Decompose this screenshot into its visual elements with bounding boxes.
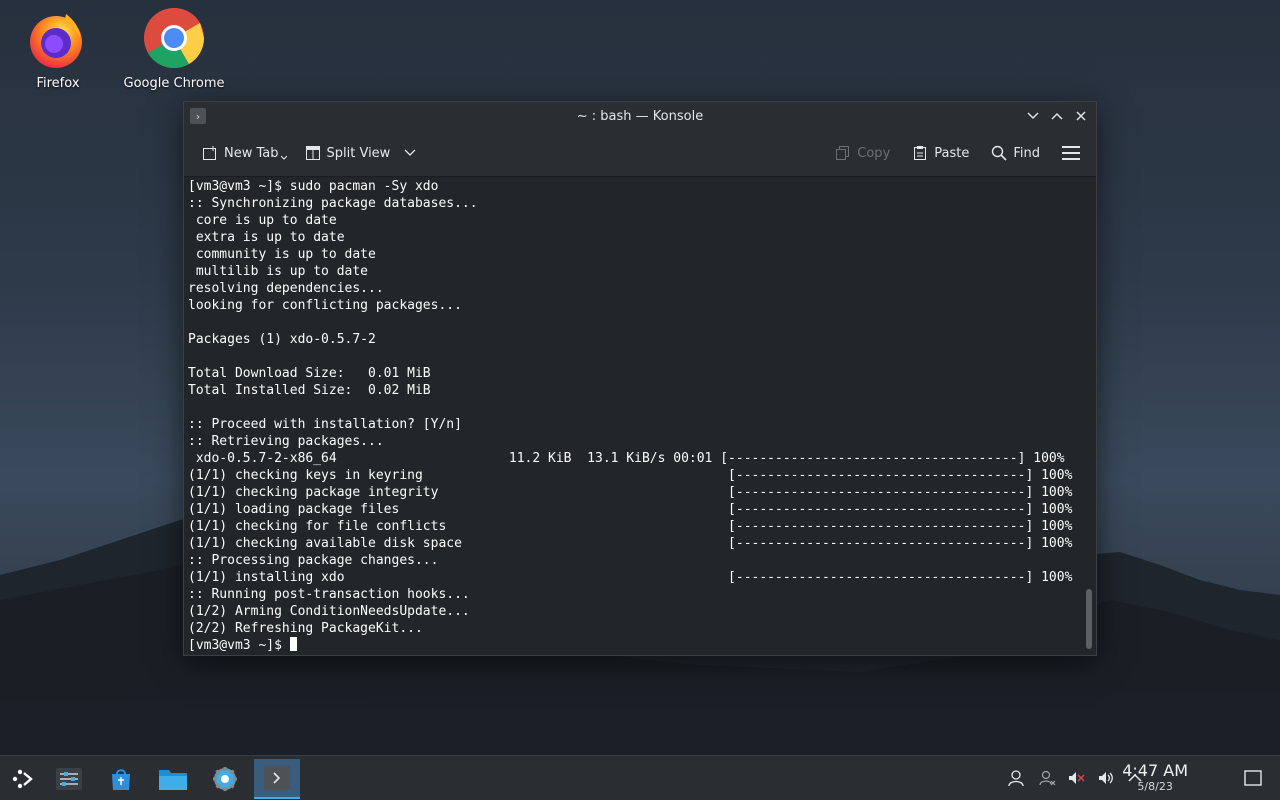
window-titlebar[interactable]: › ~ : bash — Konsole bbox=[184, 102, 1096, 130]
konsole-toolbar: New Tab Split View Copy Paste Find bbox=[184, 130, 1096, 177]
terminal-line: Total Download Size: 0.01 MiB bbox=[188, 366, 431, 381]
chevron-down-icon bbox=[1027, 112, 1039, 120]
taskbar-system-settings[interactable] bbox=[202, 759, 248, 799]
terminal-line: [vm3@vm3 ~]$ bbox=[188, 637, 1080, 654]
taskbar: 4:47 AM 5/8/23 bbox=[0, 755, 1280, 800]
chevron-down-icon bbox=[404, 149, 416, 156]
paste-icon bbox=[914, 146, 927, 160]
konsole-app-icon[interactable]: › bbox=[190, 108, 206, 124]
terminal-line: (1/2) Arming ConditionNeedsUpdate... bbox=[188, 603, 1080, 620]
terminal-line: multilib is up to date bbox=[188, 264, 369, 279]
split-view-label: Split View bbox=[326, 145, 391, 161]
taskbar-dolphin[interactable] bbox=[150, 759, 196, 799]
copy-label: Copy bbox=[857, 145, 891, 161]
audio-muted-icon[interactable] bbox=[1066, 768, 1086, 788]
split-view-button[interactable]: Split View bbox=[299, 138, 423, 168]
volume-icon[interactable] bbox=[1096, 768, 1116, 788]
terminal-line: :: Synchronizing package databases... bbox=[188, 196, 478, 211]
clock-time: 4:47 AM bbox=[1122, 761, 1188, 780]
taskbar-system-settings-sliders[interactable] bbox=[46, 759, 92, 799]
copy-button[interactable]: Copy bbox=[829, 138, 896, 168]
digital-clock[interactable]: 4:47 AM 5/8/23 bbox=[1122, 762, 1188, 794]
desktop-icon-label: Google Chrome bbox=[123, 76, 225, 91]
terminal-line: [vm3@vm3 ~]$ sudo pacman -Sy xdo bbox=[188, 179, 439, 194]
user-icon[interactable] bbox=[1006, 768, 1026, 788]
terminal-cursor bbox=[289, 637, 297, 651]
close-icon bbox=[1076, 111, 1086, 121]
terminal-line: :: Proceed with installation? [Y/n] bbox=[188, 417, 462, 432]
split-view-icon bbox=[305, 146, 320, 160]
terminal-line: looking for conflicting packages... bbox=[188, 298, 462, 313]
user-switch-icon[interactable] bbox=[1037, 768, 1057, 788]
terminal-line: Total Installed Size: 0.02 MiB bbox=[188, 383, 431, 398]
terminal-line: xdo-0.5.7-2-x86_64 11.2 KiB 13.1 KiB/s 0… bbox=[188, 451, 1065, 466]
terminal-line: core is up to date bbox=[188, 213, 337, 228]
terminal-icon bbox=[264, 766, 290, 790]
clock-date: 5/8/23 bbox=[1137, 780, 1173, 793]
terminal-line: :: Running post-transaction hooks... bbox=[188, 586, 1080, 603]
sliders-icon bbox=[56, 768, 82, 790]
terminal-line: (1/1) checking for file conflicts [-----… bbox=[188, 518, 1080, 535]
new-tab-button[interactable]: New Tab bbox=[196, 138, 293, 168]
taskbar-konsole[interactable] bbox=[254, 759, 300, 799]
terminal-line: :: Retrieving packages... bbox=[188, 434, 384, 449]
new-tab-icon bbox=[203, 146, 216, 160]
terminal-scrollbar[interactable] bbox=[1084, 178, 1092, 651]
maximize-button[interactable] bbox=[1048, 106, 1066, 126]
minimize-button[interactable] bbox=[1024, 106, 1042, 126]
terminal-line: resolving dependencies... bbox=[188, 281, 384, 296]
desktop-icon-label: Firefox bbox=[36, 76, 80, 91]
settings-gear-icon bbox=[213, 767, 237, 791]
terminal-line: (2/2) Refreshing PackageKit... bbox=[188, 620, 1080, 637]
search-icon bbox=[992, 145, 1007, 161]
desktop-icon-firefox[interactable]: Firefox bbox=[3, 6, 113, 91]
konsole-window: › ~ : bash — Konsole New Tab Split View … bbox=[183, 101, 1097, 656]
desktop-icon-google-chrome[interactable]: Google Chrome bbox=[119, 6, 229, 91]
hamburger-menu-icon bbox=[1062, 146, 1080, 160]
terminal-line: (1/1) checking available disk space [---… bbox=[188, 535, 1080, 552]
paste-button[interactable]: Paste bbox=[906, 138, 975, 168]
terminal-line: extra is up to date bbox=[188, 230, 345, 245]
window-title: ~ : bash — Konsole bbox=[576, 108, 704, 124]
terminal-line: Packages (1) xdo-0.5.7-2 bbox=[188, 332, 376, 347]
find-label: Find bbox=[1013, 145, 1040, 161]
copy-icon bbox=[836, 146, 850, 160]
terminal-line: (1/1) loading package files [-----------… bbox=[188, 501, 1080, 518]
shopping-bag-icon bbox=[112, 769, 130, 790]
hamburger-menu-button[interactable] bbox=[1056, 138, 1086, 168]
scrollbar-thumb[interactable] bbox=[1086, 589, 1092, 649]
kde-launcher-icon bbox=[12, 769, 33, 789]
show-desktop-button[interactable] bbox=[1243, 768, 1263, 788]
folder-icon bbox=[159, 770, 187, 790]
firefox-icon bbox=[26, 6, 90, 70]
chevron-up-icon bbox=[1051, 112, 1063, 120]
terminal-line: :: Processing package changes... bbox=[188, 552, 1080, 569]
terminal-line: (1/1) installing xdo [------------------… bbox=[188, 569, 1080, 586]
new-tab-label: New Tab bbox=[224, 145, 279, 161]
find-button[interactable]: Find bbox=[985, 138, 1046, 168]
terminal-line: community is up to date bbox=[188, 247, 376, 262]
chrome-icon bbox=[142, 6, 206, 70]
application-launcher-button[interactable] bbox=[0, 759, 46, 799]
dropdown-arrow-icon bbox=[280, 155, 287, 160]
show-desktop-icon bbox=[1244, 770, 1262, 786]
terminal-output[interactable]: [vm3@vm3 ~]$ sudo pacman -Sy xdo:: Synch… bbox=[188, 178, 1080, 655]
taskbar-discover[interactable] bbox=[98, 759, 144, 799]
terminal-line: (1/1) checking keys in keyring [--------… bbox=[188, 467, 1080, 484]
paste-label: Paste bbox=[934, 145, 970, 161]
terminal-line: (1/1) checking package integrity [------… bbox=[188, 484, 1080, 501]
close-button[interactable] bbox=[1072, 106, 1090, 126]
